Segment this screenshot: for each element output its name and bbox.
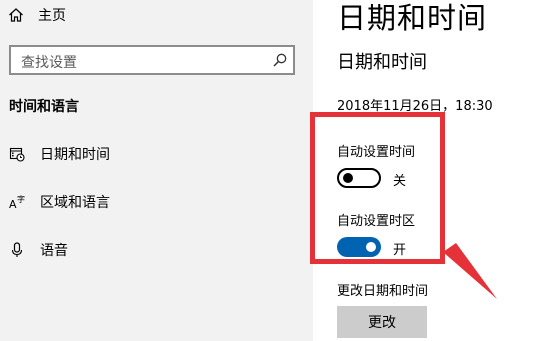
annotation-arrow	[443, 243, 497, 299]
